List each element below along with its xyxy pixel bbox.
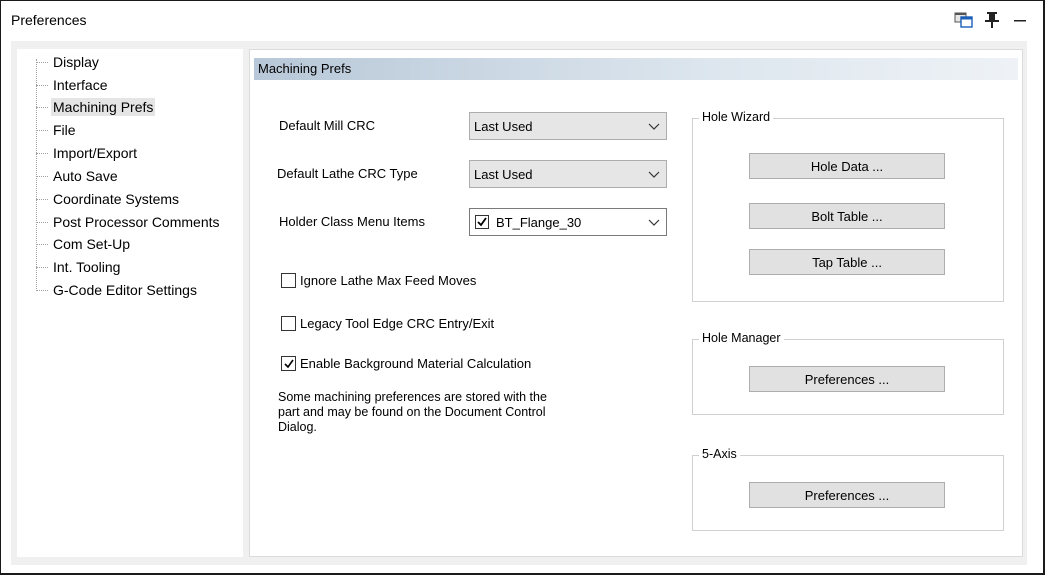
five-axis-preferences-button[interactable]: Preferences ... [749,482,945,508]
enable-background-material-checkbox[interactable]: Enable Background Material Calculation [281,356,531,371]
tree-item-auto-save[interactable]: Auto Save [17,165,120,187]
checkbox-box [281,316,296,331]
check-icon [283,359,294,368]
tree-item-label: Coordinate Systems [53,191,180,207]
tree-item-label: G-Code Editor Settings [53,282,197,298]
tree-item-machining-prefs[interactable]: Machining Prefs [17,96,156,118]
pin-icon[interactable] [981,10,1003,30]
tree-item-g-code-editor-settings[interactable]: G-Code Editor Settings [17,279,199,301]
hole-wizard-group: Hole Wizard Hole Data ... Bolt Table ...… [692,110,1004,302]
hole-manager-group: Hole Manager Preferences ... [692,331,1004,415]
lathe-crc-dropdown[interactable]: Last Used [469,160,667,188]
mill-crc-label: Default Mill CRC [279,118,376,133]
checked-checkbox-icon [475,215,489,229]
holder-class-value: BT_Flange_30 [496,215,582,230]
legacy-tool-edge-checkbox[interactable]: Legacy Tool Edge CRC Entry/Exit [281,316,494,331]
tree-item-post-processor-comments[interactable]: Post Processor Comments [17,211,222,233]
chevron-down-icon [648,171,660,178]
ignore-lathe-max-feed-checkbox[interactable]: Ignore Lathe Max Feed Moves [281,273,476,288]
chevron-down-icon [648,123,660,130]
five-axis-group: 5-Axis Preferences ... [692,447,1004,531]
preferences-window: Preferences Display Interface Machining … [0,0,1045,575]
tree-item-label: Machining Prefs [51,98,156,116]
tap-table-button[interactable]: Tap Table ... [749,249,945,275]
minimize-icon[interactable] [1009,10,1031,30]
checkbox-box [281,273,296,288]
lathe-crc-label: Default Lathe CRC Type [277,166,418,181]
dialog-content: Display Interface Machining Prefs File I… [11,41,1027,565]
bolt-table-button[interactable]: Bolt Table ... [749,203,945,229]
mill-crc-value: Last Used [474,119,533,134]
preferences-tree: Display Interface Machining Prefs File I… [17,49,243,557]
chevron-down-icon [648,219,660,226]
checkbox-label: Legacy Tool Edge CRC Entry/Exit [300,316,495,331]
group-title: Hole Manager [699,331,784,345]
holder-class-label: Holder Class Menu Items [279,214,425,229]
tree-item-label: File [53,122,76,138]
tree-item-label: Display [53,54,99,70]
title-bar: Preferences [1,1,1043,39]
tree-item-import-export[interactable]: Import/Export [17,142,139,164]
tree-item-label: Import/Export [53,145,138,161]
layout-icon[interactable] [953,10,975,30]
tree-item-label: Com Set-Up [53,236,131,252]
window-title: Preferences [11,12,87,28]
checkbox-box [281,356,296,371]
info-note: Some machining preferences are stored wi… [278,390,547,434]
panel-header: Machining Prefs [254,58,1018,80]
checkbox-label: Ignore Lathe Max Feed Moves [300,273,477,288]
tree-item-label: Interface [53,77,108,93]
holder-class-dropdown[interactable]: BT_Flange_30 [469,208,667,236]
machining-prefs-panel: Machining Prefs Default Mill CRC Last Us… [249,49,1023,557]
group-title: Hole Wizard [699,110,774,124]
tree-item-label: Post Processor Comments [53,214,220,230]
tree-item-coordinate-systems[interactable]: Coordinate Systems [17,188,181,210]
lathe-crc-value: Last Used [474,167,533,182]
tree-item-file[interactable]: File [17,119,78,141]
tree-item-display[interactable]: Display [17,51,101,73]
mill-crc-dropdown[interactable]: Last Used [469,112,667,140]
tree-item-com-set-up[interactable]: Com Set-Up [17,233,132,255]
hole-manager-preferences-button[interactable]: Preferences ... [749,366,945,392]
hole-data-button[interactable]: Hole Data ... [749,153,945,179]
tree-item-int-tooling[interactable]: Int. Tooling [17,256,122,278]
checkbox-label: Enable Background Material Calculation [300,356,532,371]
title-bar-icons [953,10,1031,30]
tree-item-label: Int. Tooling [53,259,121,275]
group-title: 5-Axis [699,447,740,461]
tree-item-interface[interactable]: Interface [17,74,109,96]
tree-item-label: Auto Save [53,168,118,184]
